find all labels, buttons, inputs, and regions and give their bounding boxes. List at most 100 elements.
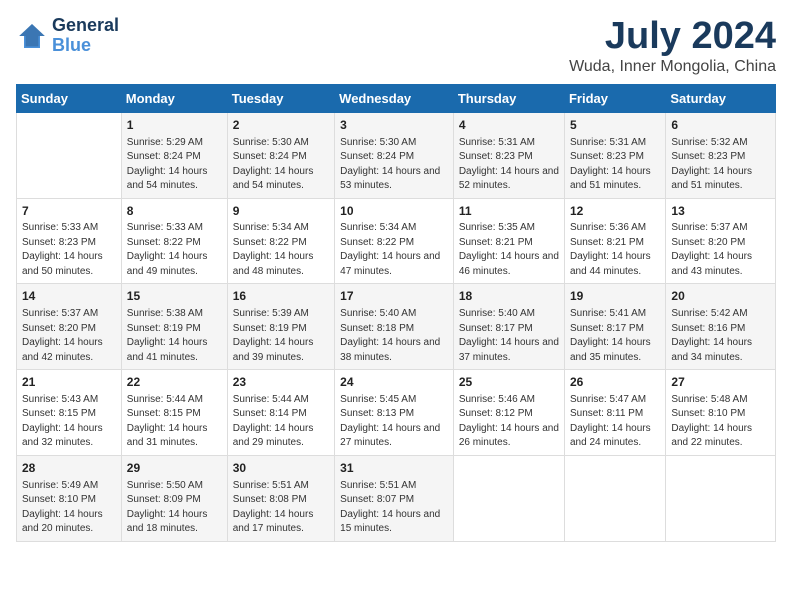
cell-info: Sunrise: 5:47 AMSunset: 8:11 PMDaylight:… — [570, 393, 660, 451]
day-cell: 18Sunrise: 5:40 AMSunset: 8:17 PMDayligh… — [453, 284, 564, 370]
cell-info: Sunrise: 5:30 AMSunset: 8:24 PMDaylight:… — [340, 136, 448, 194]
cell-info: Sunrise: 5:37 AMSunset: 8:20 PMDaylight:… — [671, 221, 770, 279]
day-number: 21 — [22, 374, 116, 391]
day-cell: 11Sunrise: 5:35 AMSunset: 8:21 PMDayligh… — [453, 198, 564, 284]
logo: GeneralBlue — [16, 16, 119, 56]
day-number: 10 — [340, 203, 448, 220]
day-number: 31 — [340, 460, 448, 477]
calendar-table: SundayMondayTuesdayWednesdayThursdayFrid… — [16, 84, 776, 542]
week-row-3: 14 Sunrise: 5:37 AMSunset: 8:20 PMDayligh… — [17, 284, 776, 370]
day-cell: 24 Sunrise: 5:45 AMSunset: 8:13 PMDayligh… — [335, 370, 454, 456]
cell-info: Sunrise: 5:33 AMSunset: 8:23 PMDaylight:… — [22, 221, 116, 279]
cell-info: Sunrise: 5:48 AMSunset: 8:10 PMDaylight:… — [671, 393, 770, 451]
cell-info: Sunrise: 5:41 AMSunset: 8:17 PMDaylight:… — [570, 307, 660, 365]
cell-info: Sunrise: 5:32 AMSunset: 8:23 PMDaylight:… — [671, 136, 770, 194]
day-number: 1 — [127, 117, 222, 134]
day-header-saturday: Saturday — [666, 84, 776, 112]
cell-info: Sunrise: 5:50 AMSunset: 8:09 PMDaylight:… — [127, 479, 222, 537]
day-number: 20 — [671, 288, 770, 305]
cell-info: Sunrise: 5:42 AMSunset: 8:16 PMDaylight:… — [671, 307, 770, 365]
cell-info: Sunrise: 5:49 AMSunset: 8:10 PMDaylight:… — [22, 479, 116, 537]
day-number: 12 — [570, 203, 660, 220]
day-cell: 17Sunrise: 5:40 AMSunset: 8:18 PMDayligh… — [335, 284, 454, 370]
day-cell — [564, 455, 665, 541]
day-cell: 14 Sunrise: 5:37 AMSunset: 8:20 PMDayligh… — [17, 284, 122, 370]
day-number: 22 — [127, 374, 222, 391]
day-header-monday: Monday — [121, 84, 227, 112]
day-header-sunday: Sunday — [17, 84, 122, 112]
day-cell: 22 Sunrise: 5:44 AMSunset: 8:15 PMDayligh… — [121, 370, 227, 456]
day-number: 8 — [127, 203, 222, 220]
day-cell: 15 Sunrise: 5:38 AMSunset: 8:19 PMDayligh… — [121, 284, 227, 370]
day-cell: 28 Sunrise: 5:49 AMSunset: 8:10 PMDayligh… — [17, 455, 122, 541]
day-number: 15 — [127, 288, 222, 305]
cell-info: Sunrise: 5:51 AMSunset: 8:07 PMDaylight:… — [340, 479, 448, 537]
day-cell: 25Sunrise: 5:46 AMSunset: 8:12 PMDayligh… — [453, 370, 564, 456]
day-number: 29 — [127, 460, 222, 477]
cell-info: Sunrise: 5:45 AMSunset: 8:13 PMDaylight:… — [340, 393, 448, 451]
day-cell: 21Sunrise: 5:43 AMSunset: 8:15 PMDayligh… — [17, 370, 122, 456]
cell-info: Sunrise: 5:37 AMSunset: 8:20 PMDaylight:… — [22, 307, 116, 365]
day-number: 14 — [22, 288, 116, 305]
cell-info: Sunrise: 5:40 AMSunset: 8:18 PMDaylight:… — [340, 307, 448, 365]
day-header-wednesday: Wednesday — [335, 84, 454, 112]
day-cell: 23Sunrise: 5:44 AMSunset: 8:14 PMDayligh… — [227, 370, 334, 456]
title-block: July 2024 Wuda, Inner Mongolia, China — [569, 16, 776, 76]
day-number: 6 — [671, 117, 770, 134]
day-cell: 20 Sunrise: 5:42 AMSunset: 8:16 PMDayligh… — [666, 284, 776, 370]
cell-info: Sunrise: 5:34 AMSunset: 8:22 PMDaylight:… — [233, 221, 329, 279]
day-cell: 27 Sunrise: 5:48 AMSunset: 8:10 PMDayligh… — [666, 370, 776, 456]
day-cell: 5Sunrise: 5:31 AMSunset: 8:23 PMDaylight… — [564, 112, 665, 198]
day-number: 7 — [22, 203, 116, 220]
day-number: 16 — [233, 288, 329, 305]
day-header-tuesday: Tuesday — [227, 84, 334, 112]
day-cell: 6 Sunrise: 5:32 AMSunset: 8:23 PMDaylight… — [666, 112, 776, 198]
cell-info: Sunrise: 5:31 AMSunset: 8:23 PMDaylight:… — [459, 136, 559, 194]
week-row-4: 21Sunrise: 5:43 AMSunset: 8:15 PMDayligh… — [17, 370, 776, 456]
logo-icon — [16, 20, 48, 52]
cell-info: Sunrise: 5:40 AMSunset: 8:17 PMDaylight:… — [459, 307, 559, 365]
main-title: July 2024 — [569, 16, 776, 58]
day-number: 4 — [459, 117, 559, 134]
logo-text: GeneralBlue — [52, 16, 119, 56]
day-cell — [17, 112, 122, 198]
day-cell: 4 Sunrise: 5:31 AMSunset: 8:23 PMDaylight… — [453, 112, 564, 198]
day-cell: 2 Sunrise: 5:30 AMSunset: 8:24 PMDaylight… — [227, 112, 334, 198]
day-header-thursday: Thursday — [453, 84, 564, 112]
page-header: GeneralBlue July 2024 Wuda, Inner Mongol… — [16, 16, 776, 76]
day-cell: 16 Sunrise: 5:39 AMSunset: 8:19 PMDayligh… — [227, 284, 334, 370]
cell-info: Sunrise: 5:36 AMSunset: 8:21 PMDaylight:… — [570, 221, 660, 279]
cell-info: Sunrise: 5:51 AMSunset: 8:08 PMDaylight:… — [233, 479, 329, 537]
day-number: 13 — [671, 203, 770, 220]
cell-info: Sunrise: 5:39 AMSunset: 8:19 PMDaylight:… — [233, 307, 329, 365]
day-cell: 29 Sunrise: 5:50 AMSunset: 8:09 PMDayligh… — [121, 455, 227, 541]
week-row-2: 7Sunrise: 5:33 AMSunset: 8:23 PMDaylight… — [17, 198, 776, 284]
subtitle: Wuda, Inner Mongolia, China — [569, 58, 776, 76]
day-number: 28 — [22, 460, 116, 477]
day-number: 30 — [233, 460, 329, 477]
day-cell: 8Sunrise: 5:33 AMSunset: 8:22 PMDaylight… — [121, 198, 227, 284]
cell-info: Sunrise: 5:38 AMSunset: 8:19 PMDaylight:… — [127, 307, 222, 365]
day-cell: 26Sunrise: 5:47 AMSunset: 8:11 PMDayligh… — [564, 370, 665, 456]
cell-info: Sunrise: 5:44 AMSunset: 8:15 PMDaylight:… — [127, 393, 222, 451]
day-cell: 3Sunrise: 5:30 AMSunset: 8:24 PMDaylight… — [335, 112, 454, 198]
day-number: 2 — [233, 117, 329, 134]
day-cell: 1Sunrise: 5:29 AMSunset: 8:24 PMDaylight… — [121, 112, 227, 198]
week-row-5: 28 Sunrise: 5:49 AMSunset: 8:10 PMDayligh… — [17, 455, 776, 541]
cell-info: Sunrise: 5:44 AMSunset: 8:14 PMDaylight:… — [233, 393, 329, 451]
day-number: 24 — [340, 374, 448, 391]
day-cell: 10Sunrise: 5:34 AMSunset: 8:22 PMDayligh… — [335, 198, 454, 284]
cell-info: Sunrise: 5:35 AMSunset: 8:21 PMDaylight:… — [459, 221, 559, 279]
cell-info: Sunrise: 5:30 AMSunset: 8:24 PMDaylight:… — [233, 136, 329, 194]
day-number: 27 — [671, 374, 770, 391]
day-cell: 12Sunrise: 5:36 AMSunset: 8:21 PMDayligh… — [564, 198, 665, 284]
day-cell: 13Sunrise: 5:37 AMSunset: 8:20 PMDayligh… — [666, 198, 776, 284]
week-row-1: 1Sunrise: 5:29 AMSunset: 8:24 PMDaylight… — [17, 112, 776, 198]
day-cell: 19Sunrise: 5:41 AMSunset: 8:17 PMDayligh… — [564, 284, 665, 370]
days-header-row: SundayMondayTuesdayWednesdayThursdayFrid… — [17, 84, 776, 112]
day-number: 9 — [233, 203, 329, 220]
day-number: 11 — [459, 203, 559, 220]
cell-info: Sunrise: 5:34 AMSunset: 8:22 PMDaylight:… — [340, 221, 448, 279]
day-cell — [453, 455, 564, 541]
day-cell — [666, 455, 776, 541]
